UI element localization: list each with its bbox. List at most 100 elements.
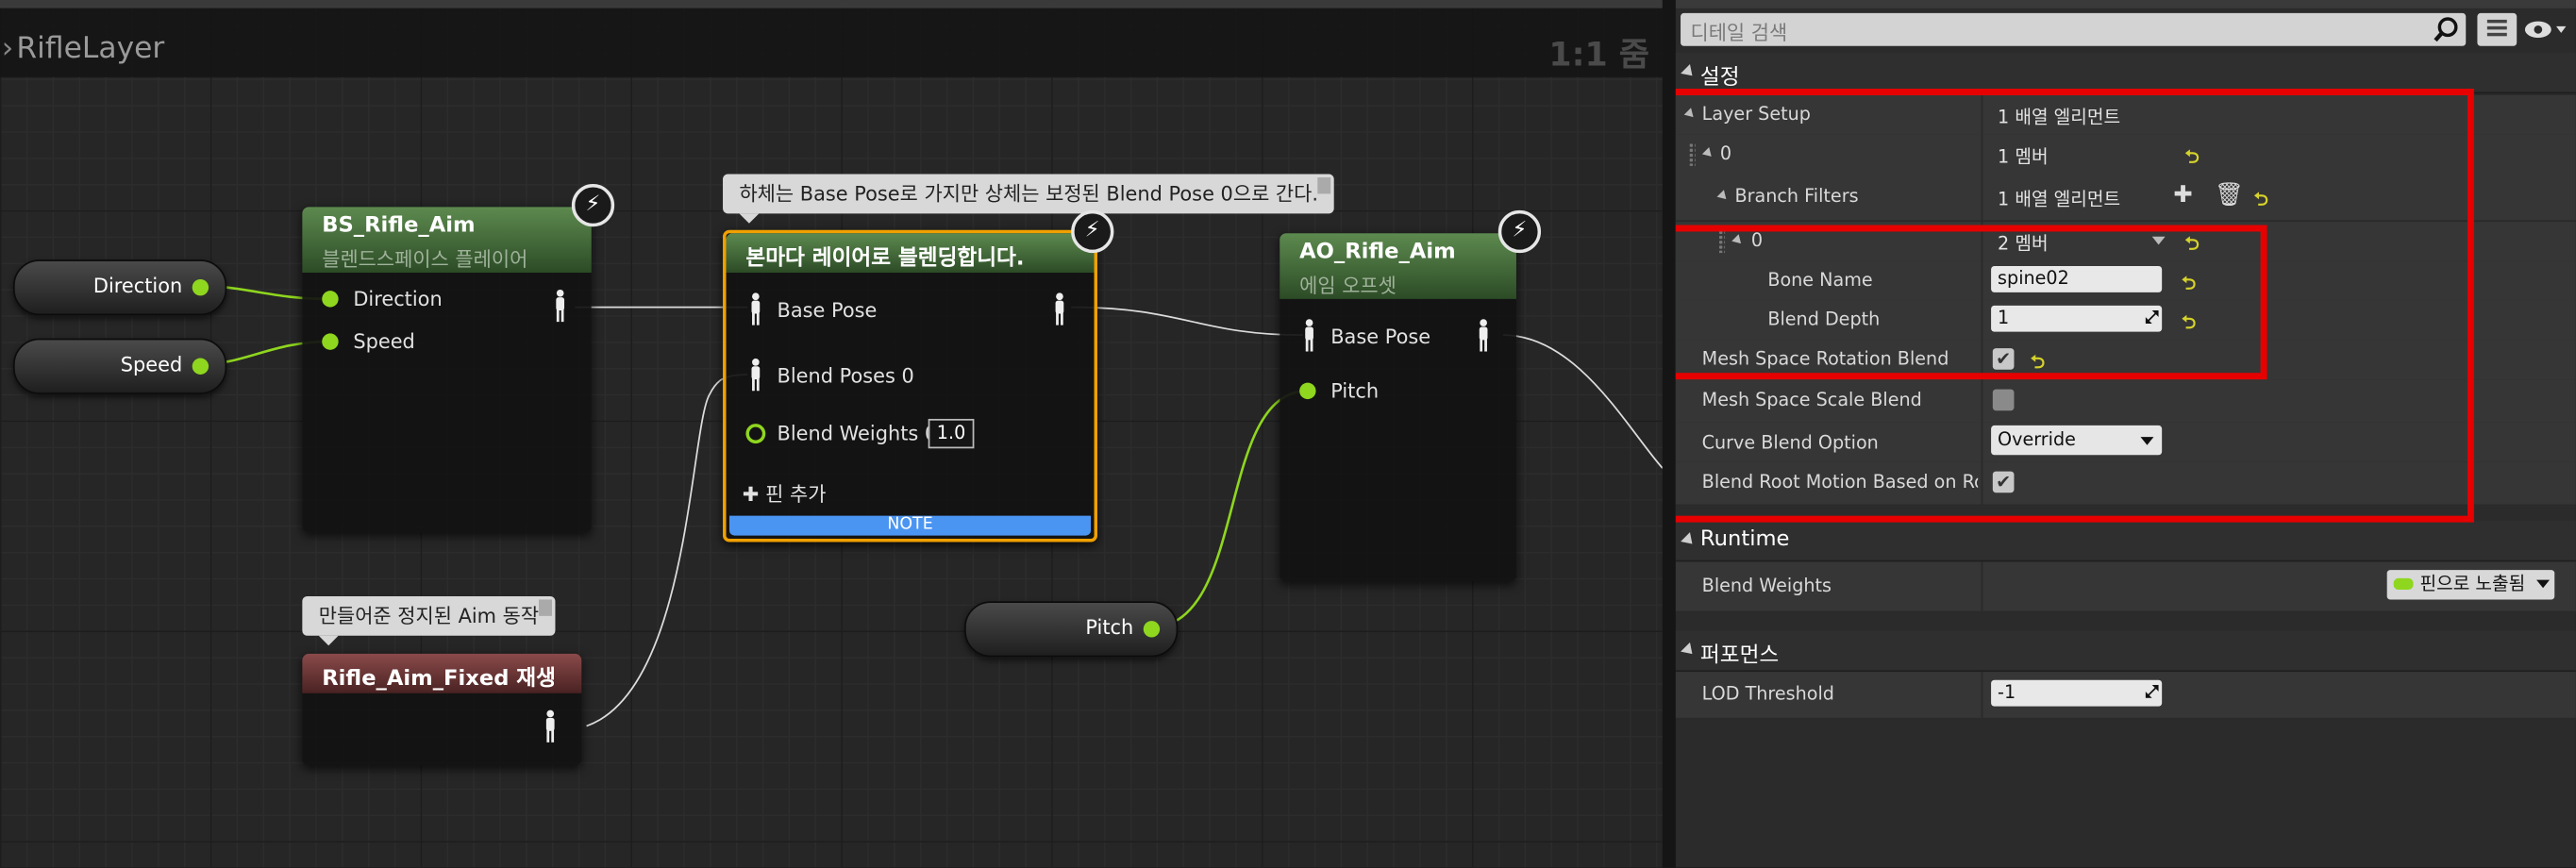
blend-weight-input[interactable]: 1.0 [928,418,975,449]
pose-input-pin-icon[interactable] [1303,319,1316,352]
details-search-box[interactable]: 디테일 검색 [1681,12,2467,46]
row-bone-name: Bone Name spine02 ⮌ [1675,260,2576,303]
expand-arrow-icon[interactable] [1701,147,1715,160]
float-input-pin-icon[interactable] [745,424,766,444]
variable-pitch-label: Pitch [1085,615,1134,640]
comment-fixed-aim[interactable]: 만들어준 정지된 Aim 동작 [302,595,556,646]
variable-speed-label: Speed [120,353,183,376]
view-options-button[interactable] [2523,16,2567,42]
variable-speed[interactable]: Speed [12,338,227,394]
row-mesh-space-rotation-blend: Mesh Space Rotation Blend ✔ ⮌ [1675,340,2576,381]
node-ao-rifle-aim[interactable]: AO_Rifle_Aim 에임 오프셋 Base Pose Pitch [1280,233,1516,582]
collapse-arrow-icon[interactable] [1681,642,1698,659]
lod-threshold-input[interactable]: -1 [1991,679,2163,707]
node-layered-blend-per-bone[interactable]: 본마다 레이어로 블렌딩합니다. Base Pose Blend Poses 0… [723,229,1097,542]
row-lod-threshold: LOD Threshold -1 [1675,672,2576,720]
pose-output-pin-icon[interactable] [1053,292,1066,326]
node-title: Rifle_Aim_Fixed 재생 [322,666,556,692]
bone-name-input[interactable]: spine02 [1991,266,2163,292]
wire-layered-to-ao [1071,306,1303,337]
output-pin-icon[interactable] [192,278,209,296]
node-title: BS_Rifle_Aim [322,213,476,239]
variable-pitch[interactable]: Pitch [963,601,1179,658]
input-pin-speed-icon[interactable] [322,333,339,350]
property-matrix-button[interactable] [2477,12,2517,46]
pin-label-speed: Speed [353,329,415,354]
element-options-dropdown-icon[interactable] [2151,236,2166,245]
output-pin-icon[interactable] [192,358,209,375]
pose-input-pin-icon[interactable] [749,359,762,392]
row-layer-setup: Layer Setup 1 배열 엘리먼트 [1675,94,2576,137]
row-label: 0 [1750,229,1764,252]
search-icon[interactable] [2433,16,2459,42]
spin-arrows-icon[interactable] [2145,684,2159,698]
pin-label-base-pose: Base Pose [777,298,878,323]
row-label: 0 [1719,142,1732,165]
expand-arrow-icon[interactable] [1731,234,1745,247]
add-pin-button[interactable]: ✚ 핀 추가 [743,479,826,508]
input-pin-direction-icon[interactable] [322,291,339,308]
panel-splitter[interactable] [1662,0,1676,868]
reset-to-default-icon[interactable]: ⮌ [2031,348,2045,379]
pose-input-pin-icon[interactable] [749,292,762,326]
pin-label-direction: Direction [353,287,443,311]
node-subtitle: 블렌드스페이스 플레이어 [322,247,528,272]
delete-all-icon[interactable]: 🗑 [2215,182,2244,209]
expand-arrow-icon[interactable] [1716,190,1731,203]
input-pin-pitch-icon[interactable] [1299,382,1316,400]
output-pin-icon[interactable] [1143,621,1161,638]
row-blend-root-motion: Blend Root Motion Based on Root I ✔ [1675,461,2576,507]
comment-pin-icon[interactable] [539,599,553,616]
pin-label-blend-weights: Blend Weights 0 [777,422,938,445]
row-curve-blend-option: Curve Blend Option Override [1675,422,2576,463]
category-performance[interactable]: 퍼포먼스 [1675,630,2576,673]
category-title: 퍼포먼스 [1699,643,1780,669]
reset-to-default-icon[interactable]: ⮌ [2182,309,2196,340]
pin-label-blend-poses: Blend Poses 0 [777,364,914,388]
curve-blend-option-dropdown[interactable]: Override [1991,425,2163,456]
reset-to-default-icon[interactable]: ⮌ [2185,230,2200,261]
plus-icon: ✚ [742,482,760,507]
category-settings[interactable]: 설정 [1675,52,2576,94]
row-value: 1 배열 엘리먼트 [1998,107,2121,128]
pose-output-pin-icon[interactable] [554,289,567,323]
blend-root-motion-checkbox[interactable]: ✔ [1992,471,2015,493]
node-title: 본마다 레이어로 블렌딩합니다. [745,246,1025,272]
reset-to-default-icon[interactable]: ⮌ [2185,142,2200,174]
row-value: 1 멤버 [1998,145,2049,168]
pin-label-pitch: Pitch [1330,379,1380,403]
exposed-as-pin-dropdown[interactable]: 핀으로 노출됨 [2386,570,2555,600]
blend-depth-input[interactable]: 1 [1991,305,2163,332]
variable-direction[interactable]: Direction [12,259,227,316]
collapse-arrow-icon[interactable] [1681,532,1698,549]
lightning-bolt-icon: ⚡ [1071,209,1114,254]
drag-handle-icon[interactable] [1718,229,1726,254]
spin-arrows-icon[interactable] [2145,310,2159,324]
add-element-icon[interactable]: ✚ [2173,182,2192,209]
comment-layered[interactable]: 하체는 Base Pose로 가지만 상체는 보정된 Blend Pose 0으… [723,174,1335,224]
node-title: AO_Rifle_Aim [1299,240,1456,265]
lightning-bolt-icon: ⚡ [1497,209,1542,254]
anim-graph-canvas[interactable]: › RifleLayer 1:1 줌 Direction Speed BS_Rif… [0,0,1663,868]
collapse-arrow-icon[interactable] [1681,63,1698,81]
category-runtime[interactable]: Runtime [1675,520,2576,562]
node-bs-rifle-aim[interactable]: BS_Rifle_Aim 블렌드스페이스 플레이어 Direction Spee… [302,207,592,533]
reset-to-default-icon[interactable]: ⮌ [2254,186,2268,217]
pose-output-pin-icon[interactable] [1477,319,1490,352]
reset-to-default-icon[interactable]: ⮌ [2182,270,2196,301]
pin-toggle-icon [2393,577,2414,591]
node-rifle-aim-fixed[interactable]: Rifle_Aim_Fixed 재생 [302,653,582,766]
pin-label-base-pose: Base Pose [1330,325,1431,349]
comment-pin-icon[interactable] [1318,177,1331,194]
mesh-space-scale-checkbox[interactable] [1992,389,2015,411]
row-label: Branch Filters [1734,185,1859,208]
mesh-space-rotation-checkbox[interactable]: ✔ [1992,348,2015,370]
drag-handle-icon[interactable] [1688,142,1696,166]
row-value: 2 멤버 [1998,233,2049,255]
expand-arrow-icon[interactable] [1683,108,1698,121]
pose-output-pin-icon[interactable] [544,709,557,743]
row-label: Curve Blend Option [1701,431,1879,454]
row-branch-filters: Branch Filters 1 배열 엘리먼트 ✚ 🗑 ⮌ [1675,174,2576,223]
row-label: Layer Setup [1701,103,1811,125]
grid-list-icon [2486,19,2507,37]
